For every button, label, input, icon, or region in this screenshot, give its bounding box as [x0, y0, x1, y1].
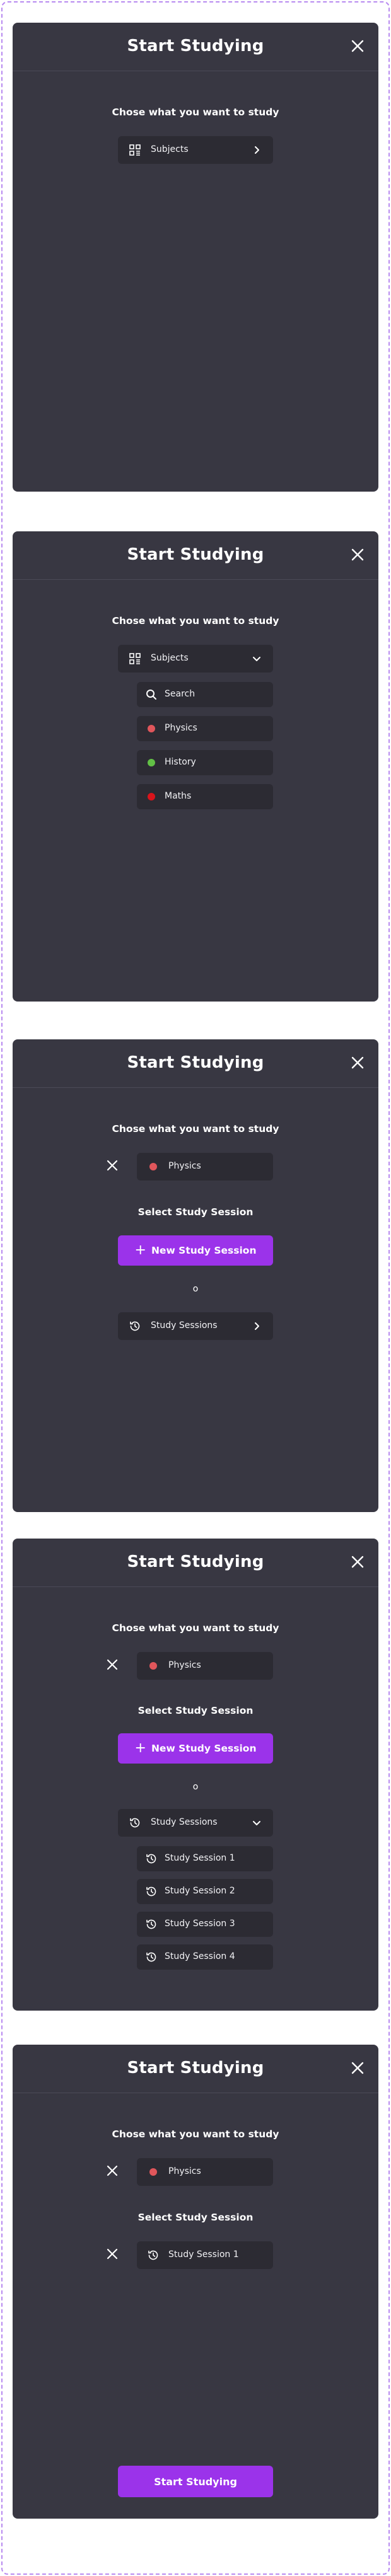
modal-step-4: Start Studying Chose what you want to st… [13, 1539, 378, 2011]
or-divider-text: o [192, 1782, 199, 1792]
subject-color-dot [149, 1662, 157, 1670]
new-session-label: New Study Session [151, 1245, 257, 1256]
grid-icon [129, 144, 141, 156]
history-icon [146, 1919, 157, 1930]
selected-subject[interactable]: Physics [137, 1153, 273, 1181]
subject-option-physics[interactable]: Physics [137, 716, 273, 741]
history-icon [129, 1817, 141, 1828]
history-icon [129, 1320, 141, 1332]
selected-subject[interactable]: Physics [137, 2158, 273, 2186]
clear-subject-icon[interactable] [106, 1159, 119, 1172]
session-option-2[interactable]: Study Session 2 [137, 1879, 273, 1904]
choose-prompt: Chose what you want to study [112, 2128, 279, 2140]
modal-title: Start Studying [127, 1053, 264, 1072]
close-icon[interactable] [351, 548, 365, 562]
header-divider [13, 1087, 378, 1088]
modal-step-2: Start Studying Chose what you want to st… [13, 531, 378, 1002]
header-divider [13, 1586, 378, 1587]
selected-subject-label: Physics [168, 1161, 201, 1171]
modal-title: Start Studying [127, 2059, 264, 2077]
study-sessions-dropdown[interactable]: Study Sessions [118, 1312, 273, 1340]
session-option-label: Study Session 1 [165, 1853, 235, 1863]
choose-prompt: Chose what you want to study [112, 1622, 279, 1634]
subjects-dropdown[interactable]: Subjects [118, 136, 273, 164]
chevron-down-icon [252, 1818, 262, 1828]
subject-color-dot [148, 759, 155, 766]
modal-title: Start Studying [127, 1552, 264, 1571]
header-divider [13, 579, 378, 580]
selected-subject-label: Physics [168, 2166, 201, 2176]
modal-title: Start Studying [127, 37, 264, 55]
subject-option-label: Maths [165, 791, 192, 801]
session-option-label: Study Session 3 [165, 1919, 235, 1929]
selected-subject-label: Physics [168, 1660, 201, 1670]
chevron-down-icon [252, 654, 262, 664]
choose-prompt: Chose what you want to study [112, 615, 279, 627]
subjects-label: Subjects [151, 653, 189, 663]
history-icon [148, 2250, 159, 2261]
close-icon[interactable] [351, 2061, 365, 2075]
session-option-4[interactable]: Study Session 4 [137, 1944, 273, 1970]
subject-option-maths[interactable]: Maths [137, 784, 273, 809]
selected-session[interactable]: Study Session 1 [137, 2241, 273, 2269]
clear-subject-icon[interactable] [106, 2164, 119, 2177]
clear-subject-icon[interactable] [106, 1658, 119, 1671]
close-icon[interactable] [351, 1555, 365, 1569]
subject-color-dot [149, 1163, 157, 1170]
subject-option-label: Physics [165, 723, 197, 733]
session-option-3[interactable]: Study Session 3 [137, 1912, 273, 1937]
grid-icon [129, 653, 141, 664]
search-icon [146, 689, 157, 700]
new-study-session-button[interactable]: + New Study Session [118, 1235, 273, 1266]
subject-option-history[interactable]: History [137, 750, 273, 775]
select-session-prompt: Select Study Session [137, 2212, 254, 2223]
subjects-label: Subjects [151, 144, 189, 154]
modal-step-1: Start Studying Chose what you want to st… [13, 23, 378, 492]
search-label: Search [165, 689, 196, 699]
subject-color-dot [149, 2168, 157, 2176]
plus-icon: + [134, 1740, 146, 1756]
subject-color-dot [148, 793, 155, 800]
modal-step-5: Start Studying Chose what you want to st… [13, 2045, 378, 2519]
or-divider-text: o [192, 1284, 199, 1294]
history-icon [146, 1853, 157, 1864]
select-session-prompt: Select Study Session [137, 1206, 254, 1218]
plus-icon: + [134, 1242, 146, 1258]
session-option-label: Study Session 4 [165, 1951, 235, 1961]
choose-prompt: Chose what you want to study [112, 107, 279, 118]
close-icon[interactable] [351, 1056, 365, 1070]
chevron-right-icon [252, 1321, 262, 1331]
modal-step-3: Start Studying Chose what you want to st… [13, 1039, 378, 1512]
start-studying-button[interactable]: Start Studying [118, 2466, 273, 2497]
subject-search-input[interactable]: Search [137, 682, 273, 707]
session-option-label: Study Session 2 [165, 1886, 235, 1896]
session-option-1[interactable]: Study Session 1 [137, 1846, 273, 1871]
subjects-dropdown[interactable]: Subjects [118, 645, 273, 673]
modal-title: Start Studying [127, 545, 264, 564]
new-session-label: New Study Session [151, 1743, 257, 1754]
history-icon [146, 1886, 157, 1897]
chevron-right-icon [252, 145, 262, 155]
new-study-session-button[interactable]: + New Study Session [118, 1733, 273, 1764]
study-sessions-label: Study Sessions [151, 1817, 218, 1827]
subject-color-dot [148, 725, 155, 732]
history-icon [146, 1951, 157, 1963]
select-session-prompt: Select Study Session [137, 1705, 254, 1716]
choose-prompt: Chose what you want to study [112, 1123, 279, 1135]
selected-subject[interactable]: Physics [137, 1652, 273, 1680]
study-sessions-dropdown[interactable]: Study Sessions [118, 1809, 273, 1837]
close-icon[interactable] [351, 39, 365, 53]
clear-session-icon[interactable] [106, 2248, 119, 2260]
selected-session-label: Study Session 1 [168, 2250, 239, 2260]
study-sessions-label: Study Sessions [151, 1320, 218, 1331]
subject-option-label: History [165, 757, 196, 767]
